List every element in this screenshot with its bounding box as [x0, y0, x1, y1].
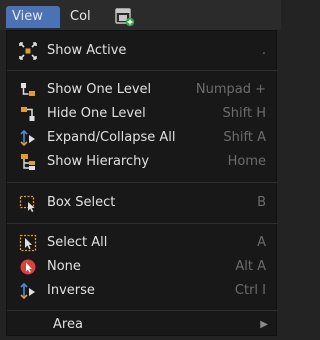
menu-item-show-hierarchy[interactable]: Show Hierarchy Home — [7, 150, 278, 174]
menu-item-shortcut: Home — [227, 154, 266, 169]
show-one-level-icon — [19, 81, 37, 99]
menu-item-label: Show Active — [47, 43, 127, 58]
box-select-icon — [19, 194, 37, 212]
menu-item-label: Hide One Level — [47, 106, 146, 121]
menu-item-show-one-level[interactable]: Show One Level Numpad + — [7, 78, 278, 102]
menu-separator — [7, 70, 278, 71]
collection-menu-button[interactable]: Col — [64, 6, 102, 28]
menu-item-shortcut: Shift H — [222, 106, 266, 121]
menu-item-shortcut: B — [257, 195, 266, 210]
hierarchy-icon — [19, 153, 37, 171]
view-dropdown-menu: Show Active . Show One Level Numpad + Hi… — [6, 30, 278, 337]
menu-item-shortcut: Alt A — [235, 259, 266, 274]
menu-item-label: Box Select — [47, 195, 116, 210]
menu-item-label: None — [47, 259, 81, 274]
zoom-selected-icon — [19, 42, 37, 60]
view-menu-button[interactable]: View — [6, 6, 60, 28]
menu-item-label: Expand/Collapse All — [47, 130, 176, 145]
menu-item-area[interactable]: Area ▶ — [7, 313, 278, 337]
menu-item-label: Show Hierarchy — [47, 154, 150, 169]
menu-bar: View Col — [0, 0, 281, 30]
menu-item-expand-collapse-all[interactable]: Expand/Collapse All Shift A — [7, 126, 278, 150]
menu-item-shortcut: Ctrl I — [234, 283, 266, 298]
select-all-icon — [19, 234, 37, 252]
hide-one-level-icon — [19, 105, 37, 123]
menu-separator — [7, 310, 278, 311]
expand-collapse-arrows-icon — [19, 129, 37, 147]
menu-item-show-active[interactable]: Show Active . — [7, 39, 278, 63]
new-collection-icon[interactable] — [114, 7, 136, 27]
select-inverse-icon — [19, 282, 37, 300]
submenu-arrow-icon: ▶ — [260, 319, 268, 330]
menu-item-label: Inverse — [47, 283, 95, 298]
menu-item-label: Show One Level — [47, 82, 152, 97]
menu-item-shortcut: Shift A — [223, 130, 266, 145]
menu-item-select-all[interactable]: Select All A — [7, 231, 278, 255]
menu-separator — [7, 223, 278, 224]
menu-item-shortcut: Numpad + — [195, 82, 266, 97]
menu-item-inverse[interactable]: Inverse Ctrl I — [7, 279, 278, 303]
menu-item-label: Select All — [47, 235, 108, 250]
menu-item-label: Area — [53, 317, 83, 332]
menu-item-hide-one-level[interactable]: Hide One Level Shift H — [7, 102, 278, 126]
menu-item-box-select[interactable]: Box Select B — [7, 191, 278, 215]
menu-item-select-none[interactable]: None Alt A — [7, 255, 278, 279]
menu-item-shortcut: . — [261, 43, 266, 58]
menu-separator — [7, 182, 278, 183]
menu-item-shortcut: A — [257, 235, 266, 250]
select-none-icon — [19, 258, 37, 276]
